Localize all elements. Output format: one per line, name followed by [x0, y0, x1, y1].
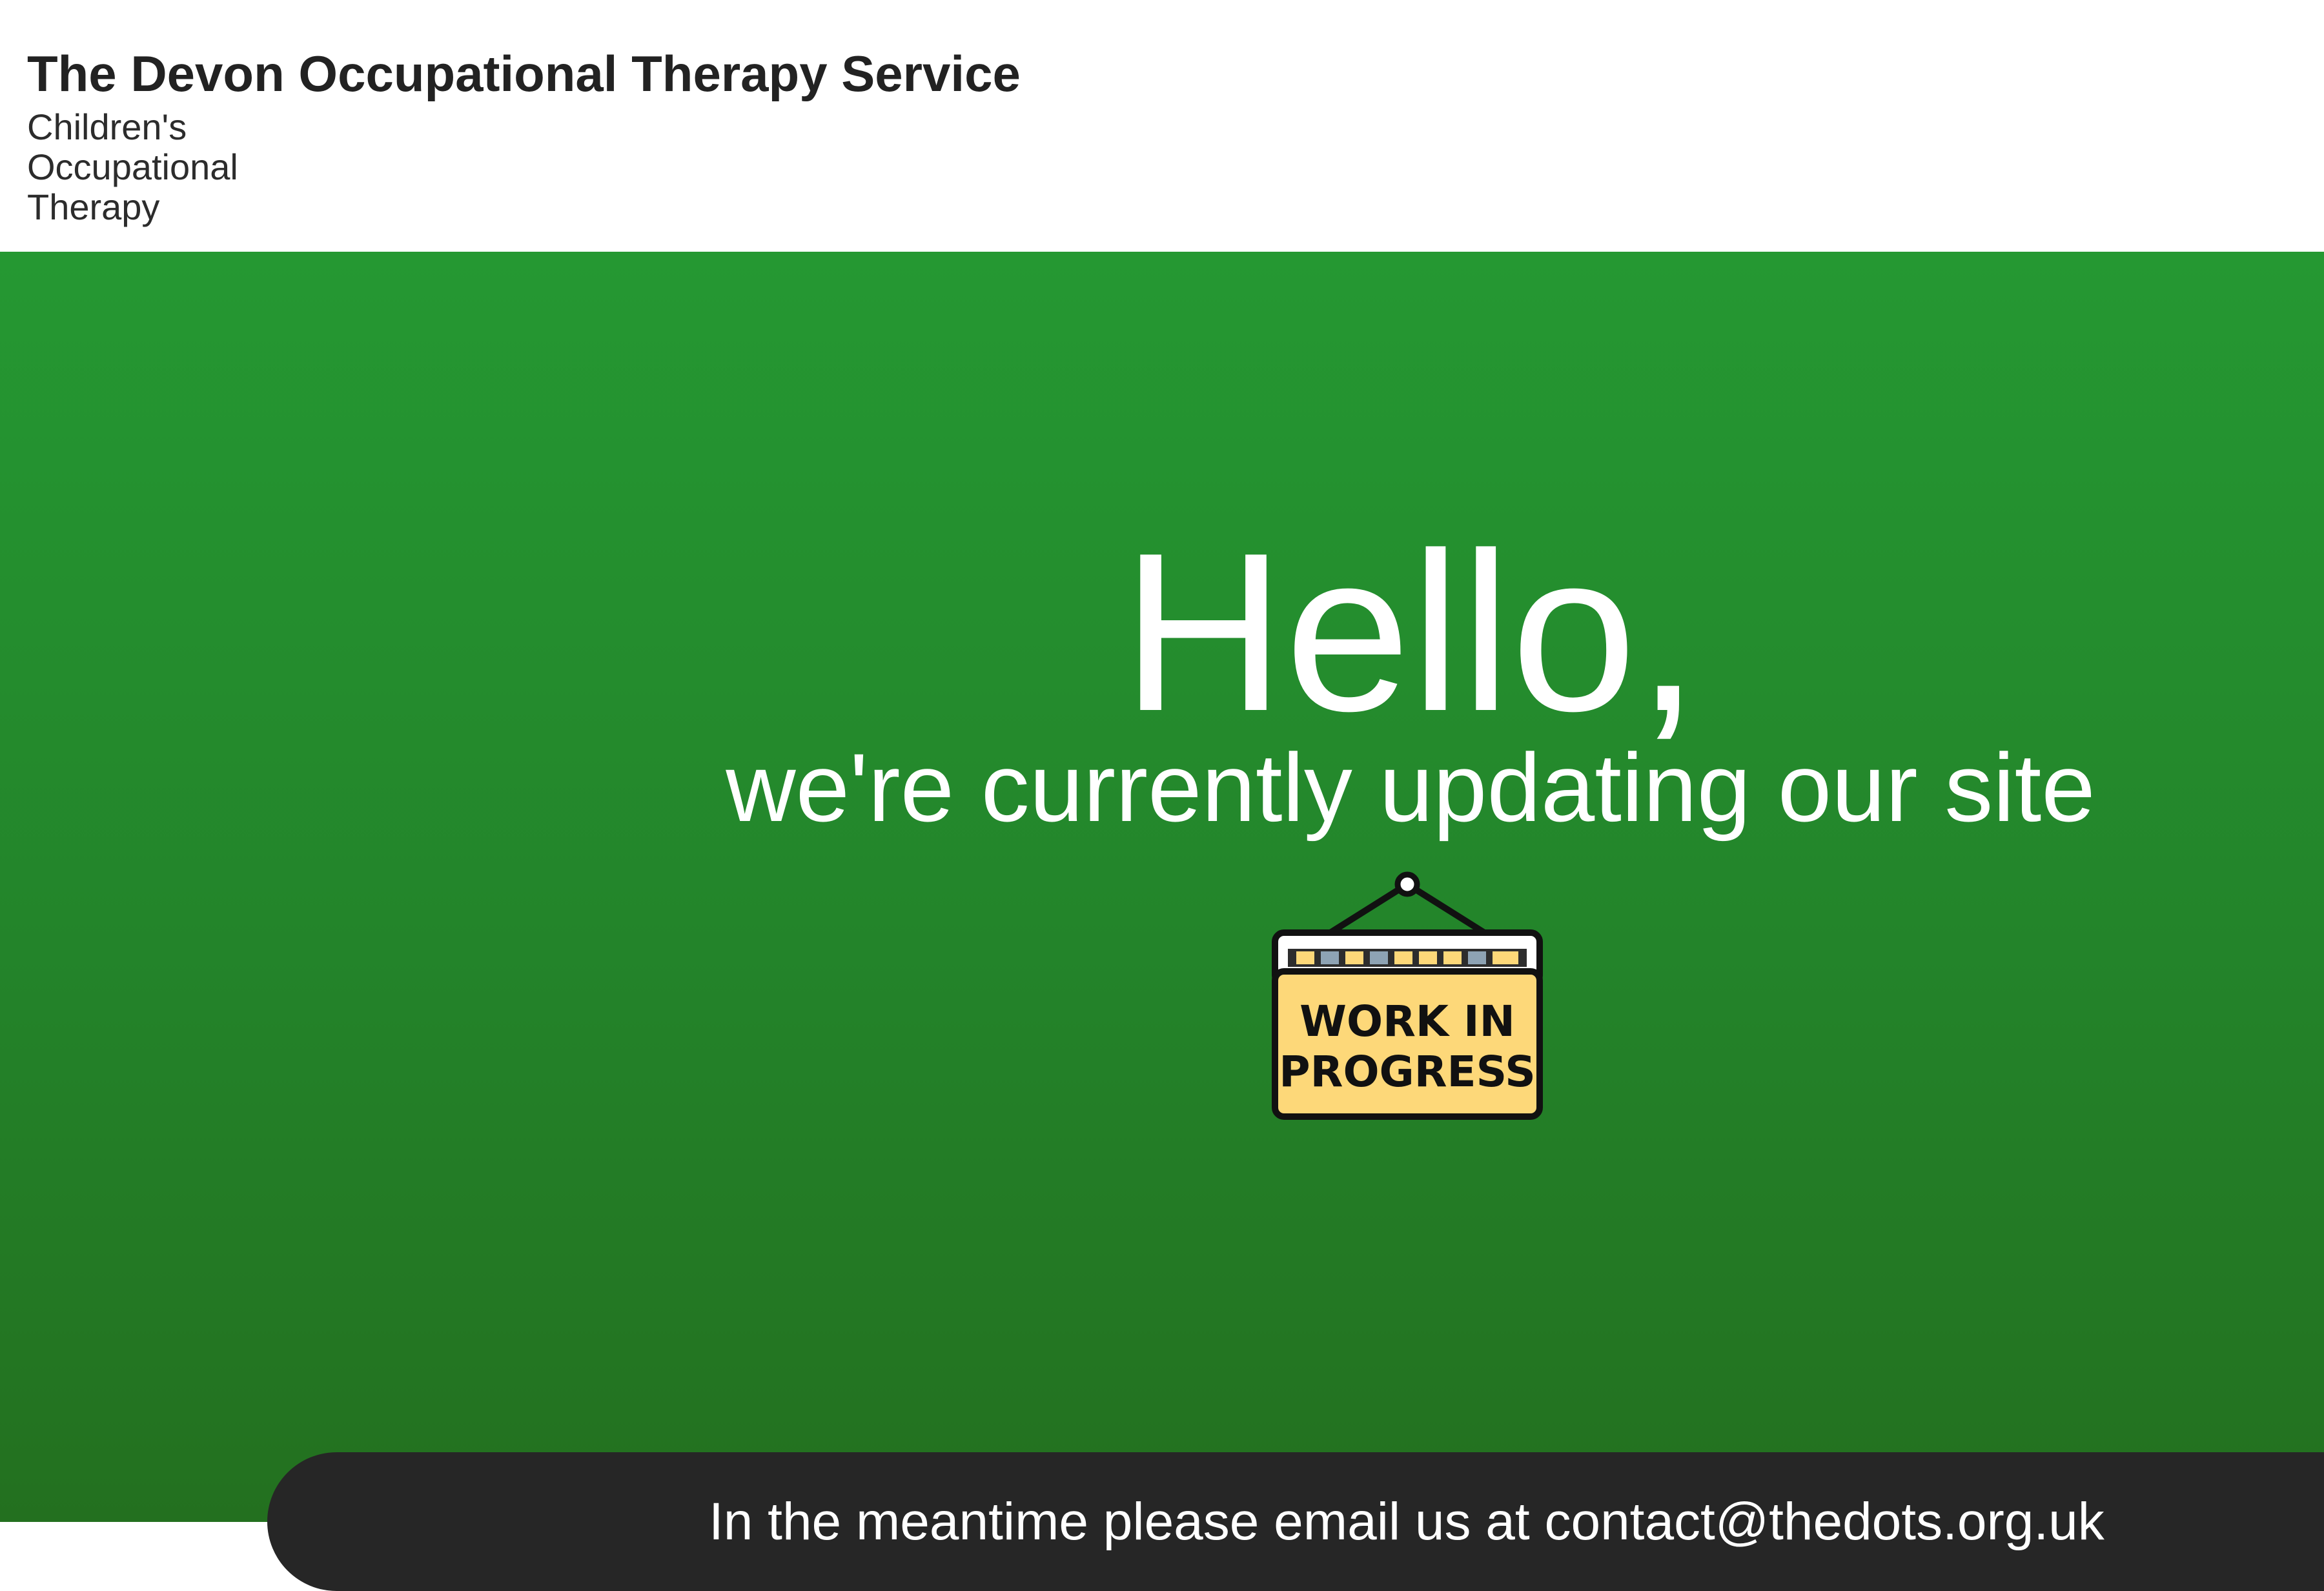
site-subtitle: Children's Occupational Therapy	[27, 106, 238, 227]
hero-heading: Hello,	[1121, 506, 1700, 758]
page: The Devon Occupational Therapy Service C…	[0, 0, 2324, 1591]
contact-bar: In the meantime please email us at conta…	[267, 1452, 2324, 1591]
sign-line-2: PROGRESS	[1279, 1047, 1535, 1097]
hero-subheading: we're currently updating our site	[726, 733, 2095, 842]
site-title[interactable]: The Devon Occupational Therapy Service	[27, 41, 1021, 106]
hero-section: Hello, we're currently updating our site…	[0, 252, 2324, 1522]
sign-line-1: WORK IN	[1300, 997, 1515, 1046]
site-header: The Devon Occupational Therapy Service C…	[0, 0, 2324, 252]
contact-email-text[interactable]: In the meantime please email us at conta…	[709, 1452, 2105, 1591]
work-in-progress-sign-icon: WORK IN PROGRESS	[1272, 871, 1543, 1120]
